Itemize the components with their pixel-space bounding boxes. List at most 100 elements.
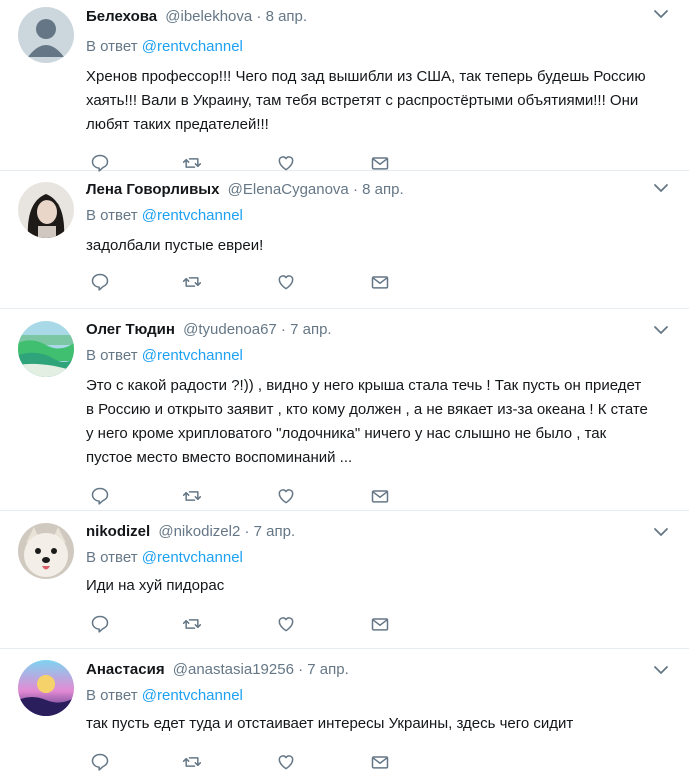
heart-icon	[278, 755, 294, 770]
retweet-button[interactable]	[180, 484, 204, 508]
sea-wave-avatar-icon	[18, 321, 74, 377]
tweet-text: Хренов профессор!!! Чего под зад вышибли…	[86, 68, 646, 133]
reply-mention-link[interactable]: @rentvchannel	[142, 38, 243, 55]
tweet[interactable]: Анастасия @anastasia19256 · 7 апр. В отв…	[0, 649, 689, 781]
tweet-timestamp[interactable]: 7 апр.	[307, 661, 348, 678]
direct-message-button[interactable]	[368, 750, 392, 774]
tweet-timestamp[interactable]: 8 апр.	[266, 8, 307, 25]
reply-prefix: В ответ	[86, 687, 142, 704]
more-options-chevron[interactable]	[653, 662, 669, 678]
like-button[interactable]	[274, 750, 298, 774]
chevron-down-icon	[654, 326, 668, 334]
user-name[interactable]: Олег Тюдин	[86, 321, 175, 338]
reply-button[interactable]	[88, 270, 112, 294]
retweet-icon	[182, 619, 202, 629]
tweet-text: Это с какой радости ?!)) , видно у него …	[86, 377, 648, 466]
user-name[interactable]: Лена Говорливых	[86, 181, 219, 198]
user-handle[interactable]: @ElenaCyganova	[228, 181, 349, 198]
envelope-icon	[371, 157, 389, 170]
reply-mention-link[interactable]: @rentvchannel	[142, 347, 243, 364]
more-options-chevron[interactable]	[653, 322, 669, 338]
tweet-timestamp[interactable]: 7 апр.	[254, 523, 295, 540]
user-name[interactable]: Анастасия	[86, 661, 165, 678]
reply-icon	[91, 154, 109, 172]
separator-dot: ·	[240, 523, 254, 540]
chevron-down-icon	[654, 10, 668, 18]
woman-photo-avatar-icon	[18, 182, 74, 238]
tweet-header: Олег Тюдин @tyudenoa67 · 7 апр.	[86, 318, 649, 340]
reply-button[interactable]	[88, 612, 112, 636]
avatar[interactable]	[18, 321, 74, 377]
reply-icon	[91, 273, 109, 291]
reply-prefix: В ответ	[86, 549, 142, 566]
reply-icon	[91, 487, 109, 505]
direct-message-button[interactable]	[368, 612, 392, 636]
sunset-avatar-icon	[18, 660, 74, 716]
avatar[interactable]	[18, 523, 74, 579]
avatar[interactable]	[18, 660, 74, 716]
tweet[interactable]: Белехова @ibelekhova · 8 апр. В ответ @r…	[0, 0, 689, 172]
user-name[interactable]: Белехова	[86, 8, 157, 25]
envelope-icon	[371, 276, 389, 289]
user-handle[interactable]: @tyudenoa67	[183, 321, 277, 338]
retweet-button[interactable]	[180, 750, 204, 774]
retweet-button[interactable]	[180, 270, 204, 294]
retweet-icon	[182, 158, 202, 168]
tweet-header: Анастасия @anastasia19256 · 7 апр.	[86, 658, 649, 680]
tweet[interactable]: Лена Говорливых @ElenaCyganova · 8 апр. …	[0, 171, 689, 309]
tweet-actions	[86, 612, 649, 636]
reply-icon	[91, 753, 109, 771]
envelope-icon	[371, 490, 389, 503]
direct-message-button[interactable]	[368, 270, 392, 294]
more-options-chevron[interactable]	[653, 524, 669, 540]
user-handle[interactable]: @anastasia19256	[173, 661, 294, 678]
reply-context: В ответ @rentvchannel	[86, 37, 649, 57]
direct-message-button[interactable]	[368, 484, 392, 508]
heart-icon	[278, 617, 294, 632]
retweet-button[interactable]	[180, 612, 204, 636]
tweet[interactable]: nikodizel @nikodizel2 · 7 апр. В ответ @…	[0, 511, 689, 649]
separator-dot: ·	[252, 8, 266, 25]
tweet-header: Лена Говорливых @ElenaCyganova · 8 апр.	[86, 178, 649, 200]
tweet-timestamp[interactable]: 7 апр.	[290, 321, 331, 338]
reply-icon	[91, 615, 109, 633]
avatar[interactable]	[18, 182, 74, 238]
like-button[interactable]	[274, 484, 298, 508]
reply-button[interactable]	[88, 750, 112, 774]
chevron-down-icon	[654, 184, 668, 192]
user-handle[interactable]: @nikodizel2	[158, 523, 240, 540]
reply-mention-link[interactable]: @rentvchannel	[142, 207, 243, 224]
heart-icon	[278, 489, 294, 504]
user-handle[interactable]: @ibelekhova	[165, 8, 252, 25]
reply-mention-link[interactable]: @rentvchannel	[142, 687, 243, 704]
chevron-down-icon	[654, 528, 668, 536]
heart-icon	[278, 275, 294, 290]
separator-dot: ·	[348, 181, 363, 198]
tweet-timestamp[interactable]: 8 апр.	[362, 181, 403, 198]
reply-mention-link[interactable]: @rentvchannel	[142, 549, 243, 566]
reply-prefix: В ответ	[86, 207, 142, 224]
retweet-icon	[182, 491, 202, 501]
separator-dot: ·	[293, 661, 308, 678]
tweet-text: так пусть едет туда и отстаивает интерес…	[86, 715, 574, 732]
dog-avatar-icon	[18, 523, 74, 579]
tweet-header: nikodizel @nikodizel2 · 7 апр.	[86, 520, 649, 542]
tweet-text: Иди на хуй пидорас	[86, 577, 225, 594]
reply-context: В ответ @rentvchannel	[86, 686, 649, 706]
like-button[interactable]	[274, 612, 298, 636]
user-name[interactable]: nikodizel	[86, 523, 150, 540]
tweet-text: задолбали пустые евреи!	[86, 237, 264, 254]
avatar[interactable]	[18, 7, 74, 63]
retweet-icon	[182, 757, 202, 767]
more-options-chevron[interactable]	[653, 6, 669, 22]
tweet-actions	[86, 484, 649, 508]
reply-button[interactable]	[88, 484, 112, 508]
reply-context: В ответ @rentvchannel	[86, 346, 649, 366]
envelope-icon	[371, 756, 389, 769]
tweet-actions	[86, 750, 649, 774]
like-button[interactable]	[274, 270, 298, 294]
reply-context: В ответ @rentvchannel	[86, 548, 649, 568]
more-options-chevron[interactable]	[653, 180, 669, 196]
envelope-icon	[371, 618, 389, 631]
tweet[interactable]: Олег Тюдин @tyudenoa67 · 7 апр. В ответ …	[0, 309, 689, 511]
